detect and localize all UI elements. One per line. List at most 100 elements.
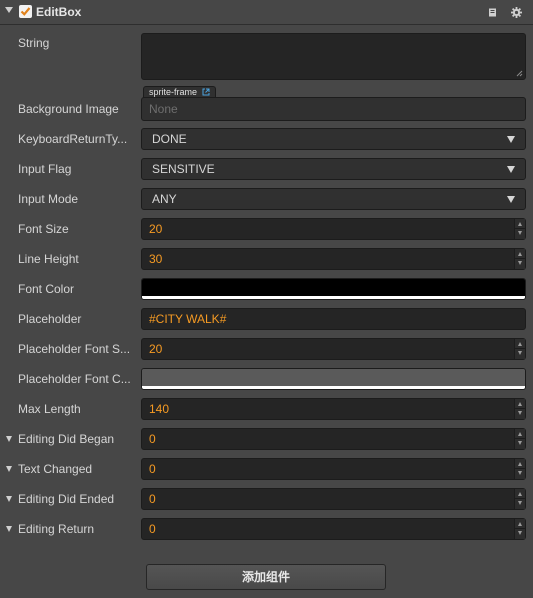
event-count-input[interactable]: 0	[141, 518, 526, 540]
font-size-input[interactable]: 20	[141, 218, 526, 240]
event-count-input[interactable]: 0	[141, 428, 526, 450]
placeholder-font-color-swatch[interactable]	[141, 368, 526, 390]
dropdown-arrow-icon	[507, 166, 515, 173]
placeholder-value: #CITY WALK#	[149, 312, 227, 326]
book-icon[interactable]	[488, 8, 497, 17]
step-up-icon[interactable]	[518, 432, 522, 436]
event-count-stepper[interactable]	[514, 489, 525, 509]
keyboard-return-type-select[interactable]: DONE	[141, 128, 526, 150]
placeholder-font-size-value: 20	[149, 342, 163, 356]
event-count-value: 0	[149, 462, 156, 476]
font-size-row: Font Size 20	[0, 214, 533, 244]
step-down-icon[interactable]	[518, 351, 522, 355]
placeholder-font-size-stepper[interactable]	[514, 339, 525, 359]
event-count-stepper[interactable]	[514, 519, 525, 539]
input-flag-select[interactable]: SENSITIVE	[141, 158, 526, 180]
step-up-icon[interactable]	[518, 522, 522, 526]
expand-triangle-icon[interactable]	[6, 436, 12, 442]
resize-grip-icon[interactable]	[516, 70, 523, 77]
dropdown-arrow-icon	[507, 196, 515, 203]
max-length-row: Max Length 140	[0, 394, 533, 424]
placeholder-font-size-input[interactable]: 20	[141, 338, 526, 360]
line-height-stepper[interactable]	[514, 249, 525, 269]
dropdown-arrow-icon	[507, 136, 515, 143]
event-row-editing-did-ended: Editing Did Ended 0	[0, 484, 533, 514]
keyboard-return-type-label: KeyboardReturnTy...	[18, 132, 128, 146]
expand-triangle-icon[interactable]	[6, 496, 12, 502]
step-down-icon[interactable]	[518, 261, 522, 265]
event-row-editing-did-began: Editing Did Began 0	[0, 424, 533, 454]
placeholder-font-color-fill	[142, 369, 525, 386]
font-size-label: Font Size	[18, 222, 69, 236]
background-image-value: None	[149, 102, 178, 116]
fold-triangle-icon[interactable]	[5, 7, 13, 13]
input-flag-row: Input Flag SENSITIVE	[0, 154, 533, 184]
step-up-icon[interactable]	[518, 402, 522, 406]
event-count-stepper[interactable]	[514, 429, 525, 449]
input-flag-value: SENSITIVE	[152, 162, 215, 176]
event-count-value: 0	[149, 522, 156, 536]
event-count-value: 0	[149, 432, 156, 446]
component-title: EditBox	[36, 5, 82, 19]
max-length-stepper[interactable]	[514, 399, 525, 419]
event-count-input[interactable]: 0	[141, 458, 526, 480]
placeholder-input[interactable]: #CITY WALK#	[141, 308, 526, 330]
step-up-icon[interactable]	[518, 342, 522, 346]
step-up-icon[interactable]	[518, 492, 522, 496]
background-image-field[interactable]: None	[141, 97, 526, 121]
font-size-stepper[interactable]	[514, 219, 525, 239]
max-length-label: Max Length	[18, 402, 81, 416]
input-mode-label: Input Mode	[18, 192, 79, 206]
expand-triangle-icon[interactable]	[6, 526, 12, 532]
step-up-icon[interactable]	[518, 252, 522, 256]
event-row-text-changed: Text Changed 0	[0, 454, 533, 484]
line-height-input[interactable]: 30	[141, 248, 526, 270]
placeholder-font-color-row: Placeholder Font C...	[0, 364, 533, 394]
event-label: Editing Did Ended	[18, 492, 115, 506]
placeholder-font-size-label: Placeholder Font S...	[18, 342, 131, 356]
step-up-icon[interactable]	[518, 222, 522, 226]
event-count-input[interactable]: 0	[141, 488, 526, 510]
line-height-row: Line Height 30	[0, 244, 533, 274]
step-down-icon[interactable]	[518, 441, 522, 445]
max-length-value: 140	[149, 402, 170, 416]
component-header: EditBox	[0, 0, 533, 25]
event-row-editing-return: Editing Return 0	[0, 514, 533, 544]
string-label: String	[18, 36, 50, 50]
gear-icon[interactable]	[511, 7, 522, 18]
font-color-swatch[interactable]	[141, 278, 526, 300]
step-down-icon[interactable]	[518, 471, 522, 475]
event-label: Editing Return	[18, 522, 95, 536]
string-textarea[interactable]	[141, 33, 526, 80]
input-mode-select[interactable]: ANY	[141, 188, 526, 210]
font-color-fill	[142, 279, 525, 296]
background-image-label: Background Image	[18, 102, 119, 116]
font-color-row: Font Color	[0, 274, 533, 304]
event-count-value: 0	[149, 492, 156, 506]
font-color-label: Font Color	[18, 282, 75, 296]
placeholder-font-size-row: Placeholder Font S... 20	[0, 334, 533, 364]
step-down-icon[interactable]	[518, 411, 522, 415]
line-height-value: 30	[149, 252, 163, 266]
step-up-icon[interactable]	[518, 462, 522, 466]
checkmark-icon	[20, 7, 31, 16]
input-mode-row: Input Mode ANY	[0, 184, 533, 214]
font-color-alpha-bar	[142, 296, 525, 299]
placeholder-label: Placeholder	[18, 312, 82, 326]
placeholder-font-color-alpha-bar	[142, 386, 525, 389]
event-label: Editing Did Began	[18, 432, 115, 446]
enabled-checkbox[interactable]	[19, 5, 32, 18]
max-length-input[interactable]: 140	[141, 398, 526, 420]
expand-triangle-icon[interactable]	[6, 466, 12, 472]
keyboard-return-type-row: KeyboardReturnTy... DONE	[0, 124, 533, 154]
step-down-icon[interactable]	[518, 501, 522, 505]
add-component-button[interactable]: 添加组件	[146, 564, 386, 590]
step-down-icon[interactable]	[518, 531, 522, 535]
line-height-label: Line Height	[18, 252, 79, 266]
input-mode-value: ANY	[152, 192, 177, 206]
event-count-stepper[interactable]	[514, 459, 525, 479]
step-down-icon[interactable]	[518, 231, 522, 235]
event-label: Text Changed	[18, 462, 93, 476]
placeholder-font-color-label: Placeholder Font C...	[18, 372, 131, 386]
input-flag-label: Input Flag	[18, 162, 72, 176]
